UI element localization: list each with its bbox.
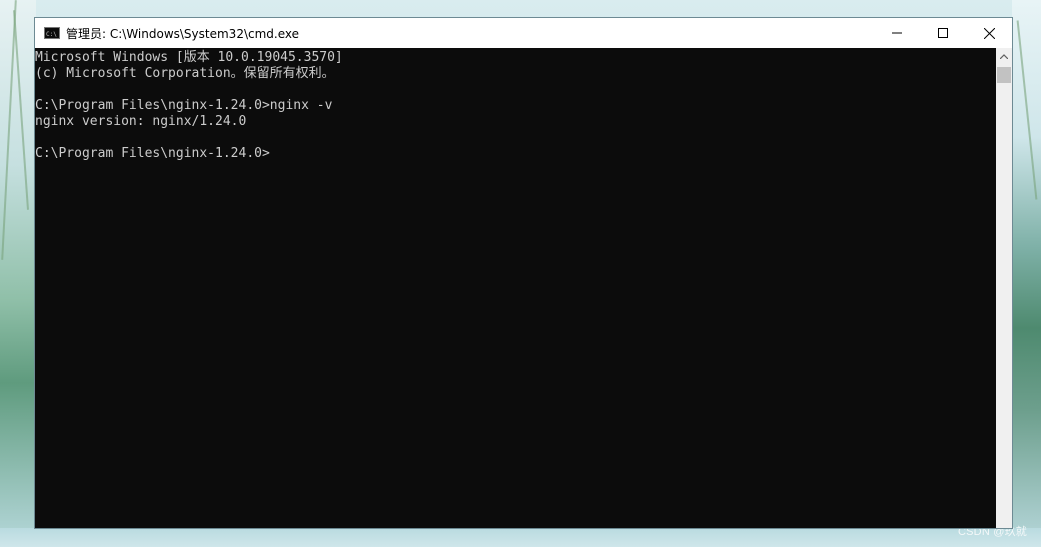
minimize-icon (892, 32, 902, 34)
svg-text:C:\: C:\ (46, 31, 57, 37)
cmd-icon[interactable]: C:\ (44, 27, 60, 39)
chevron-up-icon (1000, 54, 1008, 59)
console-line: Microsoft Windows [版本 10.0.19045.3570] (35, 50, 343, 65)
window-title: 管理员: C:\Windows\System32\cmd.exe (66, 26, 299, 41)
desktop-wallpaper-bottom (0, 528, 1041, 547)
console-output[interactable]: Microsoft Windows [版本 10.0.19045.3570] (… (35, 48, 996, 528)
title-bar[interactable]: C:\ 管理员: C:\Windows\System32\cmd.exe (35, 18, 1012, 48)
minimize-button[interactable] (874, 18, 920, 48)
console-prompt-line[interactable]: C:\Program Files\nginx-1.24.0> (35, 146, 996, 162)
window-controls (874, 18, 1012, 48)
console-line: C:\Program Files\nginx-1.24.0>nginx -v (35, 98, 333, 113)
cmd-window[interactable]: C:\ 管理员: C:\Windows\System32\cmd.exe Mic… (34, 17, 1013, 529)
scrollbar-thumb[interactable] (997, 67, 1011, 83)
desktop-wallpaper-right (1012, 0, 1041, 547)
close-icon (983, 27, 995, 39)
console-line: (c) Microsoft Corporation。保留所有权利。 (35, 66, 335, 81)
maximize-button[interactable] (920, 18, 966, 48)
scroll-up-button[interactable] (996, 48, 1012, 65)
vertical-scrollbar[interactable] (996, 48, 1012, 528)
close-button[interactable] (966, 18, 1012, 48)
console-line: nginx version: nginx/1.24.0 (35, 114, 247, 129)
maximize-icon (938, 28, 948, 38)
